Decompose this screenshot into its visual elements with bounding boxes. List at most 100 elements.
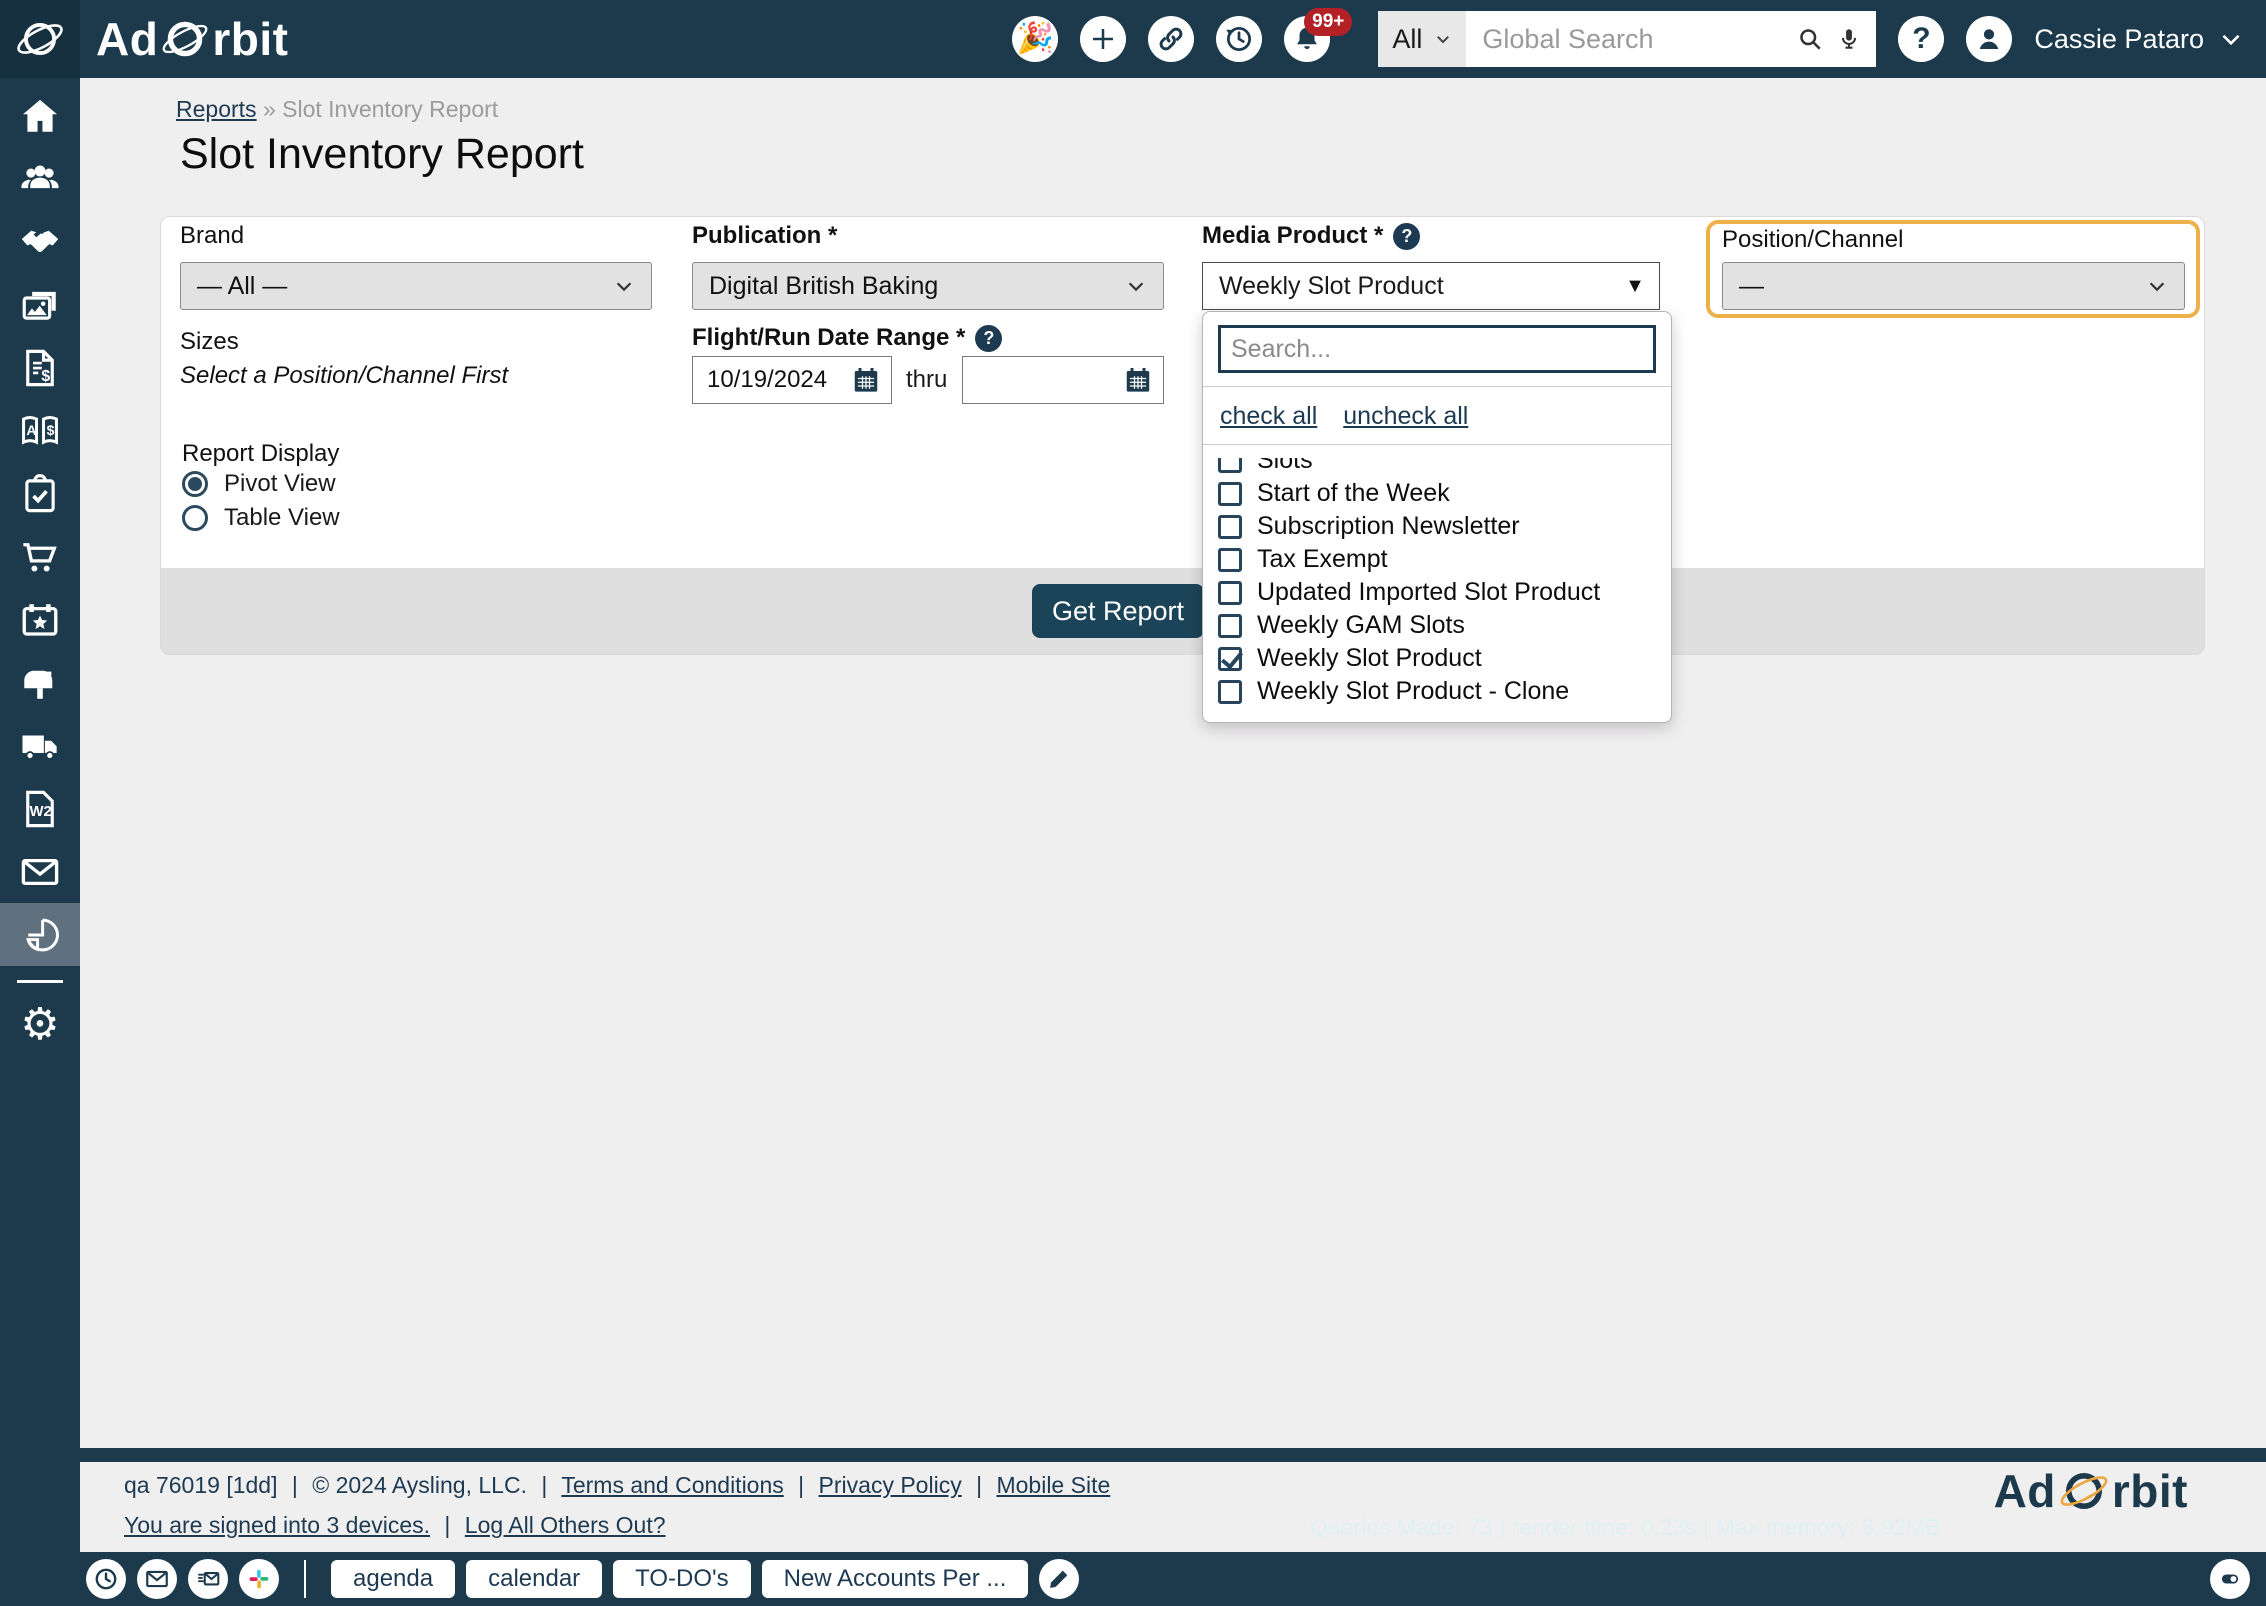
sidebar-item-home[interactable] (0, 84, 80, 147)
taskbar-slack-button[interactable] (239, 1559, 279, 1599)
sidebar-item-distribution[interactable] (0, 714, 80, 777)
publication-select[interactable]: Digital British Baking (692, 262, 1164, 310)
checkbox-icon[interactable] (1218, 614, 1242, 638)
help-button[interactable]: ? (1898, 16, 1944, 62)
taskbar-newsletter-button[interactable] (188, 1559, 228, 1599)
checkbox-icon[interactable] (1218, 581, 1242, 605)
debug-stats-text: Queries Made: 73 | render time: 0.23s | … (1310, 1514, 1941, 1541)
option-subscription-newsletter[interactable]: Subscription Newsletter (1218, 510, 1656, 543)
taskbar-calendar-button[interactable]: calendar (466, 1560, 602, 1598)
sidebar-item-w2[interactable]: W2 (0, 777, 80, 840)
option-start-of-the-week[interactable]: Start of the Week (1218, 477, 1656, 510)
radio-pivot-view[interactable]: Pivot View (182, 470, 336, 498)
app-logo-icon[interactable] (0, 0, 80, 78)
position-channel-select[interactable]: — (1722, 262, 2185, 310)
mobile-site-link[interactable]: Mobile Site (996, 1472, 1110, 1498)
taskbar-todos-button[interactable]: TO-DO's (613, 1560, 750, 1598)
taskbar-edit-button[interactable] (1039, 1559, 1079, 1599)
user-menu[interactable]: Cassie Pataro (2034, 24, 2244, 55)
sidebar-item-tasks[interactable] (0, 462, 80, 525)
taskbar-mail-button[interactable] (137, 1559, 177, 1599)
checkbox-icon[interactable] (1218, 548, 1242, 572)
footer-divider-bar (80, 1448, 2266, 1462)
sidebar-item-billing[interactable]: $ (0, 336, 80, 399)
option-updated-imported-slot-product[interactable]: Updated Imported Slot Product (1218, 576, 1656, 609)
calendar-icon[interactable] (851, 365, 881, 395)
sidebar-item-media[interactable] (0, 273, 80, 336)
sidebar-item-email[interactable] (0, 840, 80, 903)
date-to-input[interactable] (962, 356, 1164, 404)
search-scope-select[interactable]: All (1378, 11, 1466, 67)
media-product-multiselect[interactable]: Weekly Slot Product ▼ (1202, 262, 1660, 310)
page-footer: qa 76019 [1dd] | © 2024 Aysling, LLC. | … (80, 1462, 2266, 1552)
taskbar-agenda-button[interactable]: agenda (331, 1560, 455, 1598)
devices-link[interactable]: You are signed into 3 devices. (124, 1512, 430, 1538)
checkbox-icon[interactable] (1218, 458, 1242, 473)
user-name: Cassie Pataro (2034, 24, 2204, 55)
sidebar-item-events[interactable] (0, 588, 80, 651)
sidebar-divider (17, 980, 63, 983)
sidebar-item-sales[interactable] (0, 210, 80, 273)
sidebar-item-rate-cards[interactable]: A $ (0, 399, 80, 462)
celebration-button[interactable]: 🎉 (1012, 16, 1058, 62)
terms-link[interactable]: Terms and Conditions (561, 1472, 783, 1498)
orbit-planet-icon (14, 13, 66, 65)
microphone-icon[interactable] (1836, 26, 1862, 52)
radio-table-view[interactable]: Table View (182, 504, 340, 532)
sidebar-item-mailbox[interactable] (0, 651, 80, 714)
notification-count-badge: 99+ (1304, 8, 1352, 36)
sidebar-item-orders[interactable] (0, 525, 80, 588)
taskbar-new-accounts-button[interactable]: New Accounts Per ... (762, 1560, 1029, 1598)
checkbox-checked-icon[interactable] (1218, 647, 1242, 671)
add-new-button[interactable] (1080, 16, 1126, 62)
global-search-input[interactable] (1466, 24, 1796, 55)
brand-select[interactable]: — All — (180, 262, 652, 310)
ledger-book-icon: A $ (19, 410, 61, 452)
clipboard-check-icon (19, 473, 61, 515)
app-wordmark[interactable]: Ad rbit (96, 12, 288, 66)
option-weekly-gam-slots[interactable]: Weekly GAM Slots (1218, 609, 1656, 642)
get-report-button[interactable]: Get Report (1032, 584, 1204, 638)
envelope-lines-icon (195, 1566, 221, 1592)
option-slots[interactable]: Slots (1218, 458, 1656, 477)
radio-selected-icon[interactable] (182, 471, 208, 497)
privacy-link[interactable]: Privacy Policy (819, 1472, 962, 1498)
date-from-value: 10/19/2024 (707, 366, 827, 394)
checkbox-icon[interactable] (1218, 515, 1242, 539)
date-range-help-icon[interactable]: ? (975, 325, 1002, 352)
calendar-icon[interactable] (1123, 365, 1153, 395)
clock-icon (93, 1566, 119, 1592)
media-product-value: Weekly Slot Product (1219, 272, 1444, 301)
checkbox-icon[interactable] (1218, 680, 1242, 704)
brand-value: — All — (197, 272, 287, 301)
dropdown-arrow-icon[interactable]: ▼ (1611, 263, 1659, 309)
check-all-link[interactable]: check all (1220, 402, 1317, 431)
taskbar-toggle-button[interactable] (2210, 1559, 2250, 1599)
breadcrumb-reports-link[interactable]: Reports (176, 96, 257, 122)
quick-links-button[interactable] (1148, 16, 1194, 62)
taskbar-clock-button[interactable] (86, 1559, 126, 1599)
history-button[interactable] (1216, 16, 1262, 62)
notifications-button[interactable]: 99+ (1284, 16, 1330, 62)
users-icon (19, 158, 61, 200)
page-title: Slot Inventory Report (180, 130, 584, 179)
checkbox-icon[interactable] (1218, 482, 1242, 506)
option-tax-exempt[interactable]: Tax Exempt (1218, 543, 1656, 576)
brand-label: Brand (180, 222, 244, 250)
search-icon[interactable] (1796, 25, 1824, 53)
svg-text:W2: W2 (30, 804, 52, 820)
radio-unselected-icon[interactable] (182, 505, 208, 531)
date-from-input[interactable]: 10/19/2024 (692, 356, 892, 404)
option-weekly-slot-product[interactable]: Weekly Slot Product (1218, 642, 1656, 675)
avatar[interactable] (1966, 16, 2012, 62)
uncheck-all-link[interactable]: uncheck all (1343, 402, 1468, 431)
option-weekly-slot-product-clone[interactable]: Weekly Slot Product - Clone (1218, 675, 1656, 708)
sidebar-item-contacts[interactable] (0, 147, 80, 210)
slack-icon (246, 1566, 272, 1592)
sidebar-item-settings[interactable]: ⚙ (0, 993, 80, 1056)
log-others-out-link[interactable]: Log All Others Out? (465, 1512, 666, 1538)
dropdown-search-input[interactable] (1218, 325, 1656, 373)
invoice-dollar-icon: $ (19, 347, 61, 389)
media-product-help-icon[interactable]: ? (1393, 223, 1420, 250)
sidebar-item-reports[interactable] (0, 903, 80, 966)
